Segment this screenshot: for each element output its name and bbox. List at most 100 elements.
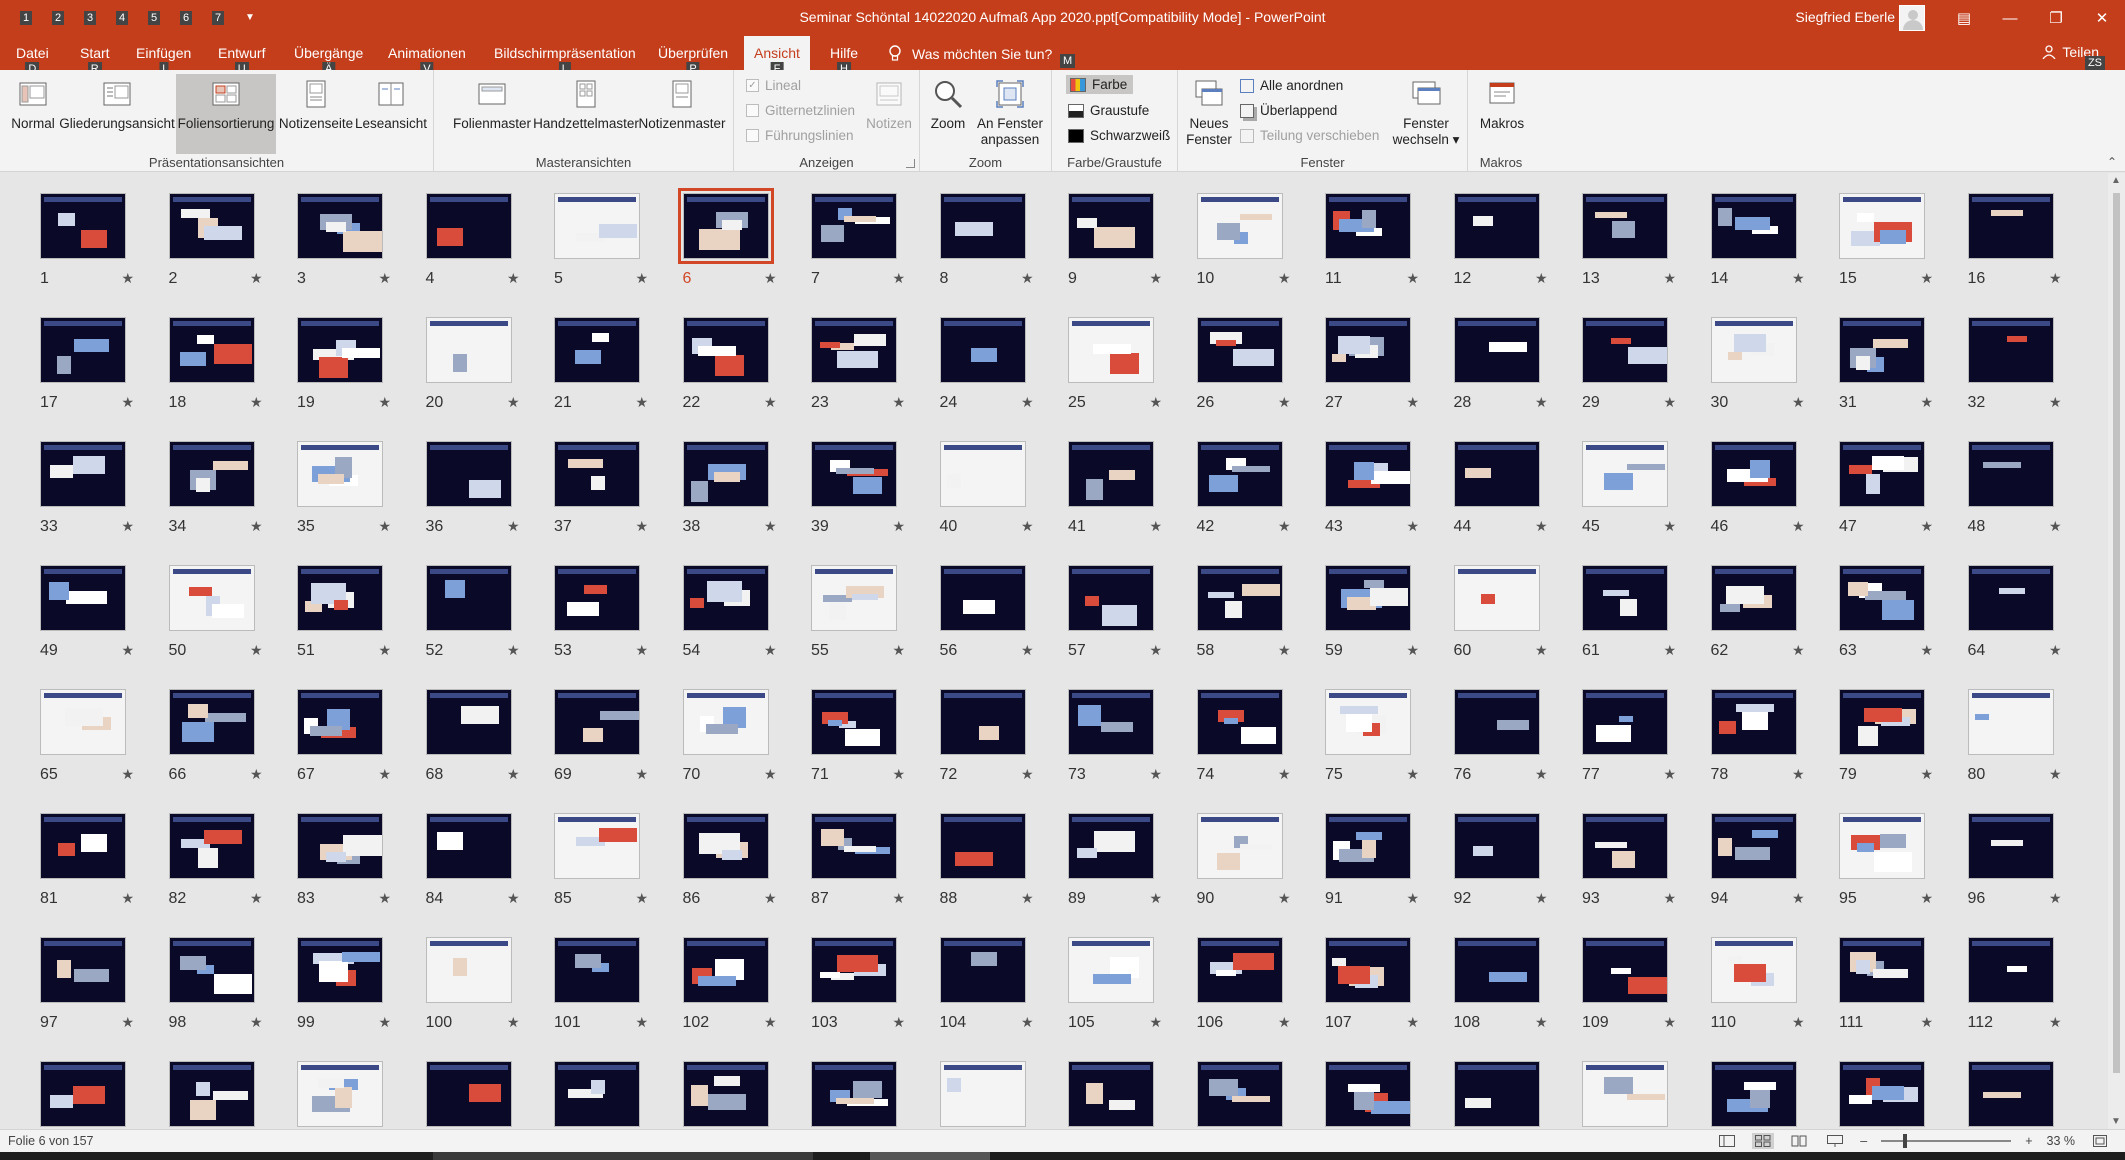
transition-star-icon[interactable]: ★ — [1278, 518, 1291, 535]
transition-star-icon[interactable]: ★ — [1278, 270, 1291, 287]
transition-star-icon[interactable]: ★ — [1792, 890, 1805, 907]
transition-star-icon[interactable]: ★ — [635, 642, 648, 659]
zoom-button[interactable]: Zoom — [926, 74, 970, 132]
transition-star-icon[interactable]: ★ — [764, 766, 777, 783]
transition-star-icon[interactable]: ★ — [1149, 642, 1162, 659]
slide-thumbnail[interactable]: 73 ★ — [1068, 689, 1162, 783]
tab-entwurf[interactable]: Entwurf U — [218, 36, 265, 76]
slide-thumbnail[interactable]: 56 ★ — [939, 565, 1034, 659]
transition-star-icon[interactable]: ★ — [892, 766, 905, 783]
scrollbar-thumb[interactable] — [2113, 193, 2120, 1073]
transition-star-icon[interactable]: ★ — [378, 394, 391, 411]
transition-star-icon[interactable]: ★ — [635, 518, 648, 535]
scroll-down-icon[interactable]: ▼ — [2111, 1116, 2121, 1127]
slide-thumbnail[interactable]: 31 ★ — [1839, 317, 1933, 411]
collapse-ribbon-icon[interactable]: ⌃ — [2107, 155, 2117, 169]
slide-thumbnail[interactable]: 64 ★ — [1967, 565, 2062, 659]
transition-star-icon[interactable]: ★ — [1920, 1014, 1933, 1031]
black-white-button[interactable]: Schwarzweiß — [1068, 128, 1170, 143]
transition-star-icon[interactable]: ★ — [1920, 394, 1933, 411]
slide-thumbnail[interactable]: 6 ★ — [677, 188, 777, 287]
slide-thumbnail[interactable]: 119★ — [811, 1061, 901, 1129]
slide-thumbnail[interactable]: 88 ★ — [939, 813, 1034, 907]
slide-sorter-icon[interactable] — [1752, 1133, 1775, 1149]
slide-thumbnail[interactable]: 118★ — [682, 1061, 773, 1129]
transition-star-icon[interactable]: ★ — [1278, 394, 1291, 411]
slide-thumbnail[interactable]: 51 ★ — [297, 565, 391, 659]
slide-thumbnail[interactable]: 30 ★ — [1710, 317, 1805, 411]
transition-star-icon[interactable]: ★ — [1792, 394, 1805, 411]
transition-star-icon[interactable]: ★ — [1920, 642, 1933, 659]
transition-star-icon[interactable]: ★ — [507, 642, 520, 659]
zoom-level[interactable]: 33 % — [2047, 1134, 2076, 1148]
slide-thumbnail[interactable]: 29 ★ — [1582, 317, 1676, 411]
switch-windows-button[interactable]: Fenster wechseln ▾ — [1388, 74, 1464, 148]
slide-thumbnail[interactable]: 93 ★ — [1582, 813, 1676, 907]
transition-star-icon[interactable]: ★ — [1792, 766, 1805, 783]
transition-star-icon[interactable]: ★ — [1149, 890, 1162, 907]
slide-thumbnail[interactable]: 3 ★ — [297, 193, 391, 287]
slide-counter[interactable]: Folie 6 von 157 — [8, 1134, 93, 1148]
slide-thumbnail[interactable]: 8 ★ — [939, 193, 1034, 287]
transition-star-icon[interactable]: ★ — [892, 642, 905, 659]
tell-me-box[interactable]: Was möchten Sie tun? — [888, 45, 1052, 63]
transition-star-icon[interactable]: ★ — [121, 890, 134, 907]
transition-star-icon[interactable]: ★ — [1535, 642, 1548, 659]
grayscale-button[interactable]: Graustufe — [1068, 103, 1149, 118]
transition-star-icon[interactable]: ★ — [1663, 642, 1676, 659]
transition-star-icon[interactable]: ★ — [378, 1014, 391, 1031]
avatar[interactable] — [1899, 5, 1925, 31]
transition-star-icon[interactable]: ★ — [2049, 270, 2062, 287]
transition-star-icon[interactable]: ★ — [1663, 890, 1676, 907]
transition-star-icon[interactable]: ★ — [2049, 394, 2062, 411]
zoom-out-icon[interactable]: – — [1860, 1134, 1867, 1148]
slide-thumbnail[interactable]: 12 ★ — [1453, 193, 1548, 287]
transition-star-icon[interactable]: ★ — [250, 766, 263, 783]
slide-thumbnail[interactable]: 16 ★ — [1967, 193, 2062, 287]
transition-star-icon[interactable]: ★ — [1663, 766, 1676, 783]
slide-thumbnail[interactable]: 127★ — [1839, 1061, 1929, 1129]
transition-star-icon[interactable]: ★ — [635, 890, 648, 907]
slide-thumbnail[interactable]: 98 ★ — [168, 937, 263, 1031]
slide-thumbnail[interactable]: 128★ — [1967, 1061, 2058, 1129]
slide-thumbnail[interactable]: 109 ★ — [1582, 937, 1676, 1031]
notes-page-button[interactable]: Notizenseite — [278, 74, 354, 132]
slide-thumbnail[interactable]: 63 ★ — [1839, 565, 1933, 659]
slide-thumbnail[interactable]: 40 ★ — [939, 441, 1034, 535]
transition-star-icon[interactable]: ★ — [1278, 1014, 1291, 1031]
transition-star-icon[interactable]: ★ — [1663, 394, 1676, 411]
transition-star-icon[interactable]: ★ — [250, 1014, 263, 1031]
tab-animationen[interactable]: Animationen V — [388, 36, 466, 76]
notes-button[interactable]: Notizen — [862, 74, 916, 132]
slide-thumbnail[interactable]: 101 ★ — [554, 937, 648, 1031]
slide-thumbnail[interactable]: 4 ★ — [425, 193, 520, 287]
transition-star-icon[interactable]: ★ — [2049, 518, 2062, 535]
tab-ansicht[interactable]: Ansicht F — [744, 36, 810, 76]
slide-thumbnail[interactable]: 58 ★ — [1196, 565, 1291, 659]
transition-star-icon[interactable]: ★ — [250, 270, 263, 287]
transition-star-icon[interactable]: ★ — [1792, 642, 1805, 659]
ruler-checkbox[interactable]: ✓ Lineal — [746, 78, 801, 93]
transition-star-icon[interactable]: ★ — [1663, 518, 1676, 535]
arrange-all-button[interactable]: Alle anordnen — [1240, 78, 1343, 93]
slide-thumbnail[interactable]: 35 ★ — [297, 441, 391, 535]
slide-thumbnail[interactable]: 52 ★ — [425, 565, 520, 659]
slide-thumbnail[interactable]: 38 ★ — [682, 441, 777, 535]
slide-thumbnail[interactable]: 43 ★ — [1325, 441, 1419, 535]
transition-star-icon[interactable]: ★ — [1278, 766, 1291, 783]
transition-star-icon[interactable]: ★ — [1021, 518, 1034, 535]
slide-thumbnail[interactable]: 45 ★ — [1582, 441, 1676, 535]
transition-star-icon[interactable]: ★ — [1021, 270, 1034, 287]
slide-thumbnail[interactable]: 107 ★ — [1325, 937, 1419, 1031]
transition-star-icon[interactable]: ★ — [1920, 518, 1933, 535]
slide-thumbnail[interactable]: 54 ★ — [682, 565, 777, 659]
slide-thumbnail[interactable]: 75 ★ — [1325, 689, 1419, 783]
transition-star-icon[interactable]: ★ — [250, 890, 263, 907]
slide-thumbnail[interactable]: 49 ★ — [40, 565, 134, 659]
slide-thumbnail[interactable]: 82 ★ — [168, 813, 263, 907]
slide-thumbnail[interactable]: 18 ★ — [168, 317, 263, 411]
slide-thumbnail[interactable]: 15 ★ — [1839, 193, 1933, 287]
new-window-button[interactable]: Neues Fenster — [1184, 74, 1234, 148]
slide-thumbnail[interactable]: 48 ★ — [1967, 441, 2062, 535]
slide-thumbnail[interactable]: 78 ★ — [1710, 689, 1805, 783]
